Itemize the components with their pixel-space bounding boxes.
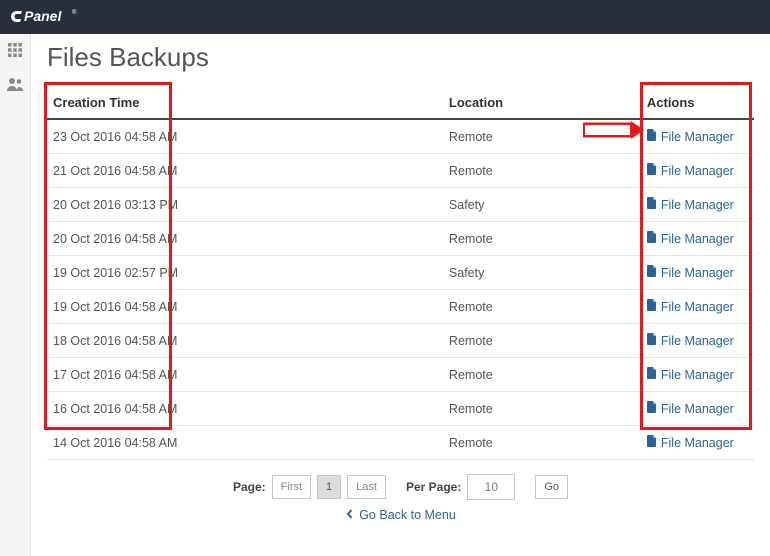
cell-location: Remote [443,222,641,256]
cell-creation-time: 21 Oct 2016 04:58 AM [47,154,443,188]
file-icon [647,231,657,246]
file-icon [647,265,657,280]
file-manager-label: File Manager [661,334,734,348]
cell-location: Remote [443,392,641,426]
cell-location: Safety [443,188,641,222]
col-header-location[interactable]: Location [443,87,641,119]
cell-location: Remote [443,119,641,154]
pager: Page: First 1 Last Per Page: Go [47,474,754,500]
file-manager-link[interactable]: File Manager [647,129,734,144]
sidebar [0,34,31,556]
table-row: 18 Oct 2016 04:58 AMRemote File Manager [47,324,754,358]
cell-location: Remote [443,290,641,324]
sidebar-apps-button[interactable] [0,40,30,62]
file-icon [647,333,657,348]
table-row: 20 Oct 2016 04:58 AMRemote File Manager [47,222,754,256]
go-back-link[interactable]: Go Back to Menu [47,508,754,522]
cell-creation-time: 20 Oct 2016 03:13 PM [47,188,443,222]
file-manager-link[interactable]: File Manager [647,163,734,178]
table-row: 21 Oct 2016 04:58 AMRemote File Manager [47,154,754,188]
page-label: Page: [233,480,266,494]
cell-location: Safety [443,256,641,290]
per-page-label: Per Page: [406,480,461,494]
col-header-creation-time[interactable]: Creation Time [47,87,443,119]
file-icon [647,197,657,212]
backups-table: Creation Time Location Actions 23 Oct 20… [47,87,754,460]
pager-last-button[interactable]: Last [347,475,386,499]
file-icon [647,435,657,450]
file-manager-label: File Manager [661,232,734,246]
table-row: 20 Oct 2016 03:13 PMSafety File Manager [47,188,754,222]
svg-text:®: ® [72,9,77,16]
file-icon [647,299,657,314]
cell-actions: File Manager [641,392,754,426]
file-manager-link[interactable]: File Manager [647,333,734,348]
grid-icon [8,43,22,60]
cell-actions: File Manager [641,324,754,358]
table-row: 23 Oct 2016 04:58 AMRemote File Manager [47,119,754,154]
chevron-left-icon [345,508,355,522]
cpanel-logo: Panel ® [10,8,96,26]
cell-creation-time: 16 Oct 2016 04:58 AM [47,392,443,426]
cell-creation-time: 17 Oct 2016 04:58 AM [47,358,443,392]
pager-first-button[interactable]: First [272,475,311,499]
file-manager-label: File Manager [661,402,734,416]
file-manager-label: File Manager [661,266,734,280]
pager-go-button[interactable]: Go [535,475,568,499]
table-row: 17 Oct 2016 04:58 AMRemote File Manager [47,358,754,392]
cell-actions: File Manager [641,358,754,392]
table-row: 16 Oct 2016 04:58 AMRemote File Manager [47,392,754,426]
col-header-actions: Actions [641,87,754,119]
file-icon [647,129,657,144]
cell-actions: File Manager [641,119,754,154]
file-manager-link[interactable]: File Manager [647,299,734,314]
cell-actions: File Manager [641,222,754,256]
table-row: 19 Oct 2016 02:57 PMSafety File Manager [47,256,754,290]
table-wrap: Creation Time Location Actions 23 Oct 20… [47,87,754,460]
file-icon [647,163,657,178]
file-manager-label: File Manager [661,436,734,450]
table-row: 19 Oct 2016 04:58 AMRemote File Manager [47,290,754,324]
cell-location: Remote [443,324,641,358]
cell-actions: File Manager [641,426,754,460]
file-icon [647,367,657,382]
file-icon [647,401,657,416]
file-manager-label: File Manager [661,198,734,212]
cell-creation-time: 20 Oct 2016 04:58 AM [47,222,443,256]
pager-current-page[interactable]: 1 [317,475,341,499]
cell-creation-time: 23 Oct 2016 04:58 AM [47,119,443,154]
cell-actions: File Manager [641,290,754,324]
cell-actions: File Manager [641,256,754,290]
sidebar-users-button[interactable] [0,74,30,96]
file-manager-label: File Manager [661,368,734,382]
cell-actions: File Manager [641,154,754,188]
file-manager-label: File Manager [661,130,734,144]
content-area: Files Backups Creation Time Location Act… [31,34,770,556]
cell-location: Remote [443,426,641,460]
cell-creation-time: 14 Oct 2016 04:58 AM [47,426,443,460]
file-manager-link[interactable]: File Manager [647,231,734,246]
cpanel-logo-icon: Panel ® [10,8,96,26]
file-manager-label: File Manager [661,300,734,314]
cell-actions: File Manager [641,188,754,222]
top-bar: Panel ® [0,0,770,34]
file-manager-link[interactable]: File Manager [647,197,734,212]
cell-location: Remote [443,358,641,392]
svg-text:Panel: Panel [24,8,62,24]
cell-location: Remote [443,154,641,188]
cell-creation-time: 19 Oct 2016 02:57 PM [47,256,443,290]
cell-creation-time: 19 Oct 2016 04:58 AM [47,290,443,324]
page-title: Files Backups [47,42,754,73]
file-manager-link[interactable]: File Manager [647,367,734,382]
file-manager-link[interactable]: File Manager [647,265,734,280]
cell-creation-time: 18 Oct 2016 04:58 AM [47,324,443,358]
file-manager-link[interactable]: File Manager [647,401,734,416]
file-manager-link[interactable]: File Manager [647,435,734,450]
go-back-label: Go Back to Menu [359,508,456,522]
per-page-input[interactable] [467,474,515,500]
table-row: 14 Oct 2016 04:58 AMRemote File Manager [47,426,754,460]
file-manager-label: File Manager [661,164,734,178]
users-icon [7,77,23,94]
